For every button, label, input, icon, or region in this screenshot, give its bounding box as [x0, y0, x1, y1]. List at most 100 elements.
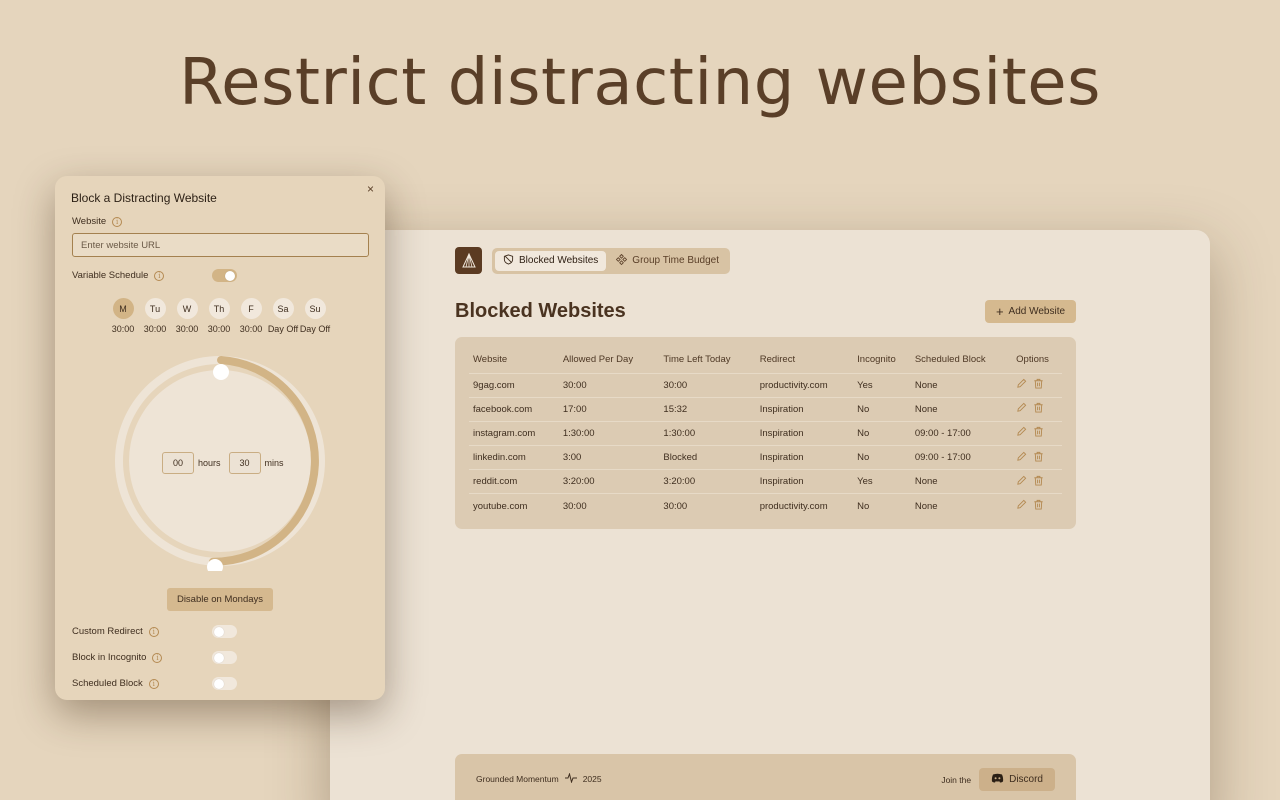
toggle-knob: [214, 626, 224, 637]
app-window: Blocked Websites Group Time Budget Block…: [330, 230, 1210, 800]
day-button[interactable]: M: [112, 298, 134, 319]
header-scheduled: Scheduled Block: [914, 354, 986, 366]
page-title: Blocked Websites: [455, 300, 626, 322]
close-icon[interactable]: ×: [367, 182, 374, 196]
day-button[interactable]: W: [176, 298, 198, 319]
delete-trash-icon[interactable]: [1033, 475, 1044, 489]
day-item: M 30:00: [107, 298, 139, 334]
custom-redirect-row: Custom Redirect i: [72, 626, 159, 637]
cell-allowed: 30:00: [558, 372, 660, 398]
table-row: reddit.com 3:20:00 3:20:00 Inspiration Yes No…: [469, 469, 1062, 494]
row-actions: [1016, 499, 1062, 513]
day-button[interactable]: Su: [304, 298, 326, 319]
delete-trash-icon[interactable]: [1033, 451, 1044, 465]
cell-scheduled: None: [910, 493, 1013, 519]
cell-scheduled: None: [910, 372, 1013, 398]
day-button[interactable]: Tu: [144, 298, 166, 319]
block-incognito-row: Block in Incognito i: [72, 652, 163, 663]
cell-allowed: 30:00: [558, 493, 660, 519]
cell-time-left: Blocked: [659, 445, 756, 470]
mins-input[interactable]: 30: [228, 452, 261, 474]
variable-schedule-toggle[interactable]: [212, 269, 237, 282]
footer-community: Join the Discord: [941, 768, 1055, 791]
cell-options: [1012, 493, 1062, 519]
cell-website: 9gag.com: [469, 372, 559, 398]
edit-pencil-icon[interactable]: [1016, 378, 1027, 392]
footer: Grounded Momentum 2025 Join the Discord: [455, 754, 1076, 800]
info-icon[interactable]: i: [148, 678, 159, 689]
hours-input[interactable]: 00: [162, 452, 194, 474]
website-label: Website: [72, 216, 107, 227]
day-item: Th 30:00: [203, 298, 235, 334]
table-row: youtube.com 30:00 30:00 productivity.com No N…: [469, 493, 1062, 519]
cell-website: youtube.com: [469, 493, 559, 519]
table-header-row: Website Allowed Per Day Time Left Today …: [469, 347, 1062, 373]
edit-pencil-icon[interactable]: [1016, 402, 1027, 416]
cell-redirect: productivity.com: [755, 493, 854, 519]
day-item: F 30:00: [235, 298, 267, 334]
add-website-button[interactable]: + Add Website: [985, 300, 1076, 323]
cell-redirect: Inspiration: [755, 420, 854, 446]
info-icon[interactable]: i: [148, 626, 159, 637]
app-header: Blocked Websites Group Time Budget: [455, 247, 731, 274]
cell-allowed: 3:00: [558, 445, 660, 470]
delete-trash-icon[interactable]: [1033, 402, 1044, 416]
join-text: Join the: [941, 774, 972, 785]
scheduled-block-row: Scheduled Block i: [72, 678, 159, 689]
discord-label: Discord: [1009, 774, 1043, 785]
day-limit: Day Off: [267, 324, 299, 334]
row-actions: [1016, 378, 1062, 392]
dial-start-handle[interactable]: [213, 364, 229, 380]
cell-website: instagram.com: [469, 420, 559, 446]
table-row: 9gag.com 30:00 30:00 productivity.com Yes Non…: [469, 372, 1062, 398]
disable-day-button[interactable]: Disable on Mondays: [167, 588, 273, 611]
variable-schedule-row: Variable Schedule i: [72, 270, 165, 281]
scheduled-block-toggle[interactable]: [212, 677, 237, 690]
toggle-knob: [214, 652, 224, 663]
day-button[interactable]: F: [240, 298, 262, 319]
day-button[interactable]: Sa: [272, 298, 294, 319]
table-row: facebook.com 17:00 15:32 Inspiration No None: [469, 396, 1062, 422]
info-icon[interactable]: i: [112, 216, 123, 227]
block-incognito-label: Block in Incognito: [72, 652, 147, 663]
cell-time-left: 30:00: [659, 372, 756, 398]
nav-tabs: Blocked Websites Group Time Budget: [492, 247, 731, 274]
info-icon[interactable]: i: [154, 270, 165, 281]
pulse-icon: [564, 772, 577, 785]
custom-redirect-toggle[interactable]: [212, 625, 237, 638]
cell-options: [1012, 469, 1062, 494]
toggle-knob: [225, 270, 235, 281]
block-incognito-toggle[interactable]: [212, 651, 237, 664]
edit-pencil-icon[interactable]: [1016, 451, 1027, 465]
cell-incognito: No: [853, 493, 911, 519]
day-limit: Day Off: [299, 324, 331, 334]
day-limit: 30:00: [175, 324, 199, 334]
info-icon[interactable]: i: [152, 652, 163, 663]
delete-trash-icon[interactable]: [1033, 426, 1044, 440]
cell-incognito: No: [853, 420, 911, 446]
logo-icon[interactable]: [455, 247, 482, 274]
tab-group-label: Group Time Budget: [632, 255, 720, 266]
modal-title: Block a Distracting Website: [71, 191, 217, 205]
day-button[interactable]: Th: [208, 298, 230, 319]
edit-pencil-icon[interactable]: [1016, 499, 1027, 513]
header-website: Website: [473, 354, 508, 366]
tab-group-time-budget[interactable]: Group Time Budget: [608, 251, 727, 271]
cell-redirect: productivity.com: [755, 372, 854, 398]
delete-trash-icon[interactable]: [1033, 378, 1044, 392]
edit-pencil-icon[interactable]: [1016, 426, 1027, 440]
edit-pencil-icon[interactable]: [1016, 475, 1027, 489]
day-limit: 30:00: [143, 324, 167, 334]
hero-title: Restrict distracting websites: [179, 46, 1101, 120]
cell-time-left: 1:30:00: [659, 420, 756, 446]
delete-trash-icon[interactable]: [1033, 499, 1044, 513]
website-url-input[interactable]: [72, 233, 369, 257]
day-item: W 30:00: [171, 298, 203, 334]
header-options: Options: [1016, 354, 1049, 366]
cell-redirect: Inspiration: [755, 396, 854, 422]
tab-blocked-websites[interactable]: Blocked Websites: [495, 250, 607, 271]
table-row: instagram.com 1:30:00 1:30:00 Inspiration No…: [469, 420, 1062, 446]
discord-button[interactable]: Discord: [979, 768, 1055, 791]
cell-website: reddit.com: [469, 469, 559, 494]
day-limit: 30:00: [111, 324, 135, 334]
